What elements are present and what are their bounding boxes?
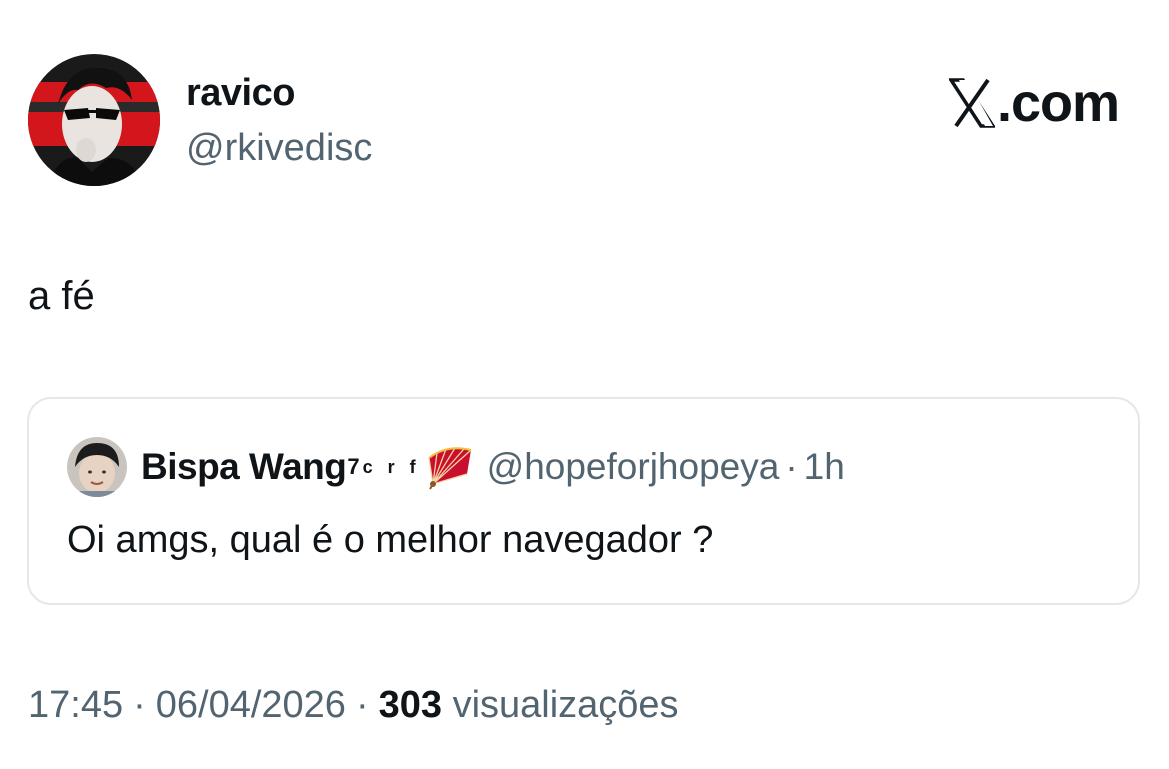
quoted-author-name-letters: c r f bbox=[362, 456, 421, 477]
views-count[interactable]: 303 bbox=[379, 684, 442, 726]
profile-photo-icon bbox=[28, 54, 160, 186]
quoted-author-display-name[interactable]: Bispa Wang bbox=[141, 446, 347, 488]
meta-separator: · bbox=[133, 684, 146, 726]
author-handle[interactable]: @rkivedisc bbox=[186, 127, 372, 170]
quoted-author-handle[interactable]: @hopeforjhopeya bbox=[487, 446, 780, 488]
quoted-author-avatar[interactable] bbox=[67, 437, 127, 497]
tweet-date[interactable]: 06/04/2026 bbox=[156, 684, 346, 726]
quoted-tweet-card[interactable]: Bispa Wang 7 c r f @hopeforjhopeya · 1h … bbox=[27, 397, 1140, 605]
quoted-tweet-header: Bispa Wang 7 c r f @hopeforjhopeya · 1h bbox=[67, 437, 845, 497]
tweet-text: a fé bbox=[28, 274, 95, 318]
quoted-tweet-text: Oi amgs, qual é o melhor navegador ? bbox=[67, 519, 714, 561]
author-avatar[interactable] bbox=[28, 54, 160, 186]
x-logo-icon bbox=[947, 78, 997, 128]
profile-photo-icon bbox=[67, 437, 127, 497]
quoted-author-name-superscript: 7 bbox=[347, 454, 360, 479]
brand-logo: .com bbox=[947, 72, 1120, 134]
meta-separator: · bbox=[355, 684, 369, 726]
tweet-meta: 17:45 · 06/04/2026 · 303 visualizações bbox=[28, 684, 679, 727]
brand-label: .com bbox=[996, 73, 1120, 133]
quoted-timestamp[interactable]: 1h bbox=[804, 446, 845, 488]
quoted-separator: · bbox=[785, 446, 798, 487]
tweet-time[interactable]: 17:45 bbox=[28, 684, 123, 726]
folding-fan-icon bbox=[427, 444, 473, 490]
author-display-name[interactable]: ravico bbox=[186, 72, 295, 115]
views-label: visualizações bbox=[452, 684, 679, 726]
